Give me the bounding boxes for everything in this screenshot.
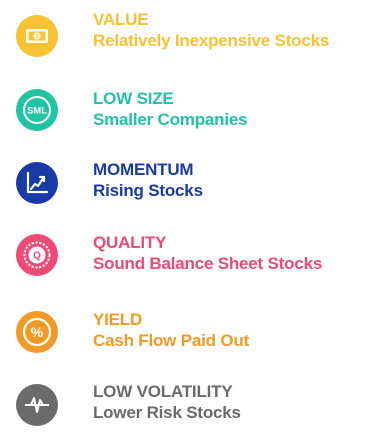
volatility-wave-icon <box>16 384 58 426</box>
factor-low-volatility: LOW VOLATILITY Lower Risk Stocks <box>0 380 381 440</box>
factor-name: QUALITY <box>93 233 167 252</box>
factor-name: YIELD <box>93 310 143 329</box>
dollar-bill-icon: $ <box>16 15 58 57</box>
factor-yield: % YIELD Cash Flow Paid Out <box>0 308 381 368</box>
sml-size-icon: SML <box>16 89 58 131</box>
factor-name: VALUE <box>93 10 149 29</box>
factor-low-size: SML LOW SIZE Smaller Companies <box>0 87 381 147</box>
rising-chart-icon <box>16 162 58 204</box>
factor-description: Smaller Companies <box>93 110 248 129</box>
factor-value: $ VALUE Relatively Inexpensive Stocks <box>0 10 381 70</box>
factor-name: LOW VOLATILITY <box>93 382 233 401</box>
svg-text:$: $ <box>35 34 38 40</box>
factor-quality: Q QUALITY Sound Balance Sheet Stocks <box>0 231 381 291</box>
factor-description: Rising Stocks <box>93 181 203 200</box>
factor-name: MOMENTUM <box>93 160 194 179</box>
factor-description: Relatively Inexpensive Stocks <box>93 31 330 50</box>
percent-icon: % <box>16 311 58 353</box>
percent-icon-text: % <box>31 324 44 340</box>
quality-icon-text: Q <box>33 251 41 262</box>
sml-icon-text: SML <box>27 106 47 117</box>
factor-description: Cash Flow Paid Out <box>93 331 250 350</box>
factor-list: $ VALUE Relatively Inexpensive Stocks SM… <box>0 0 381 429</box>
factor-name: LOW SIZE <box>93 89 174 108</box>
factor-momentum: MOMENTUM Rising Stocks <box>0 157 381 217</box>
quality-seal-icon: Q <box>16 234 58 276</box>
factor-description: Lower Risk Stocks <box>93 403 241 422</box>
factor-description: Sound Balance Sheet Stocks <box>93 254 323 273</box>
